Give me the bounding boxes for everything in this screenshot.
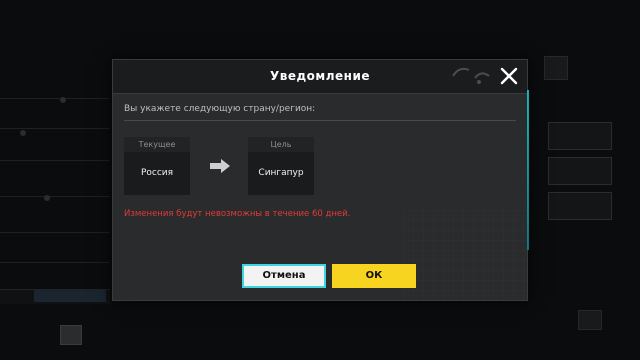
- bg-side-button: [548, 122, 612, 150]
- ok-button[interactable]: ОК: [332, 264, 416, 288]
- dialog-header: Уведомление: [113, 60, 527, 94]
- dialog-accent-edge: [527, 90, 529, 250]
- bg-bottom-button: [60, 325, 82, 345]
- bg-corner-button: [578, 310, 602, 330]
- current-region-card: Текущее Россия: [124, 137, 190, 195]
- warning-text: Изменения будут невозможны в течение 60 …: [124, 209, 351, 219]
- target-region-value: Сингапур: [258, 168, 304, 178]
- bg-divider: [0, 232, 110, 233]
- bg-square-button: [544, 56, 568, 80]
- grid-decoration: [403, 210, 527, 300]
- divider: [124, 120, 516, 121]
- target-region-card: Цель Сингапур: [248, 137, 314, 195]
- current-region-caption: Текущее: [124, 137, 190, 152]
- bg-info-icon: [60, 97, 66, 103]
- close-icon[interactable]: [499, 66, 519, 86]
- bg-side-button: [548, 157, 612, 185]
- region-change-dialog: Уведомление Вы укажете следующую страну/…: [113, 60, 529, 300]
- dialog-prompt: Вы укажете следующую страну/регион:: [124, 104, 316, 114]
- bg-divider: [0, 98, 110, 99]
- bg-divider: [0, 196, 110, 197]
- parachute-deco-icon: [452, 67, 490, 84]
- bg-divider: [0, 160, 110, 161]
- bg-info-icon: [44, 195, 50, 201]
- target-region-caption: Цель: [248, 137, 314, 152]
- current-region-value: Россия: [140, 168, 174, 178]
- bg-divider: [0, 128, 110, 129]
- bg-tab-active: [34, 290, 106, 302]
- bg-side-button: [548, 192, 612, 220]
- arrow-right-icon: [210, 159, 230, 173]
- bg-divider: [0, 262, 110, 263]
- bg-info-icon: [20, 130, 26, 136]
- cancel-button[interactable]: Отмена: [242, 264, 326, 288]
